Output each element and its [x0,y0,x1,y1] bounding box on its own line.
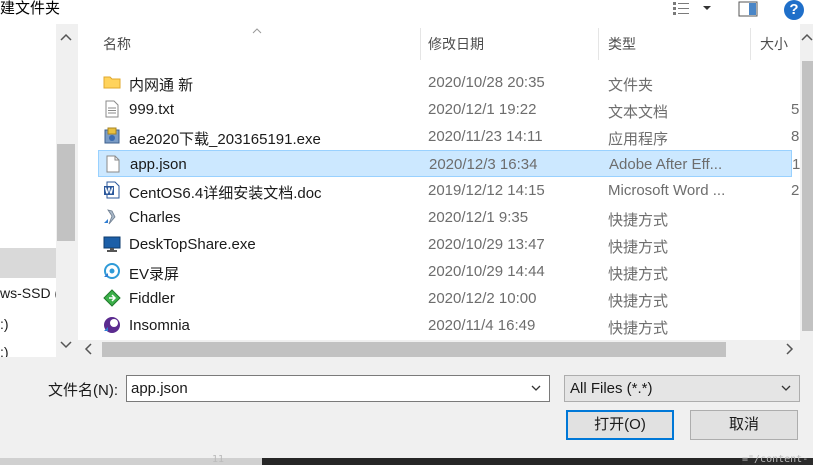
vertical-scroll-thumb[interactable] [802,61,813,331]
filename-label: 文件名(N): [48,382,118,399]
installer-icon [104,127,120,144]
horizontal-scroll-thumb[interactable] [102,342,726,357]
file-date: 2020/12/2 10:00 [428,290,537,307]
file-type: 应用程序 [608,131,669,148]
cancel-button[interactable]: 取消 [690,410,798,440]
file-date: 2020/10/29 14:44 [428,263,545,280]
navigation-pane: ws-SSD ( :) :) [0,24,76,357]
file-type: 文件夹 [608,77,654,94]
file-row[interactable]: ae2020下载_203165191.exe 2020/11/23 14:11 … [98,123,799,150]
file-row[interactable]: 内网通 新 2020/10/28 20:35 文件夹 [98,69,792,96]
column-header-type[interactable]: 类型 [608,34,636,54]
blank-file-icon [106,155,120,173]
file-row[interactable]: W CentOS6.4详细安装文档.doc 2019/12/12 14:15 M… [98,177,812,204]
file-type: 快捷方式 [608,320,669,337]
filetype-value[interactable]: All Files (*.*) [570,380,653,397]
file-row[interactable]: Insomnia 2020/11/4 16:49 快捷方式 [98,312,792,339]
file-name: 内网通 新 [129,77,194,94]
file-name: ae2020下载_203165191.exe [129,131,321,148]
filetype-select[interactable]: All Files (*.*) [564,375,800,402]
file-date: 2020/11/4 16:49 [428,317,536,334]
column-divider[interactable] [420,28,421,60]
file-date: 2020/12/1 19:22 [428,101,537,118]
file-date: 2020/10/29 13:47 [428,236,545,253]
file-row-selected[interactable]: app.json 2020/12/3 16:34 Adobe After Eff… [98,150,800,177]
column-header-date[interactable]: 修改日期 [428,34,484,54]
file-date: 2020/12/3 16:34 [429,156,538,173]
file-name: CentOS6.4详细安装文档.doc [129,185,322,202]
file-name: Insomnia [129,317,190,334]
file-name: EV录屏 [129,266,180,283]
background-editor-strip: 11 ="/content- [0,454,813,465]
background-line-number: 11 [212,454,225,465]
ev-recorder-icon [104,263,120,279]
file-type: 快捷方式 [608,293,669,310]
file-name: 999.txt [129,101,175,118]
chevron-up-icon[interactable] [801,32,813,42]
background-code-fragment: ="/content- [742,454,809,465]
file-date: 2020/11/23 14:11 [428,128,543,145]
fiddler-icon [103,289,121,307]
file-row[interactable]: Fiddler 2020/12/2 10:00 快捷方式 [98,285,792,312]
column-divider[interactable] [750,28,751,60]
chevron-down-icon[interactable] [60,340,72,350]
sort-ascending-icon [252,28,262,34]
file-name: Charles [129,209,181,226]
nav-item-drive[interactable]: ws-SSD ( [0,285,59,301]
word-doc-icon: W [104,181,120,199]
file-name: app.json [130,156,187,173]
file-type: 快捷方式 [608,239,669,256]
file-row[interactable]: Charles 2020/12/1 9:35 快捷方式 [98,204,792,231]
file-type: Adobe After Eff... [609,156,723,173]
chevron-up-icon[interactable] [60,32,72,42]
dialog-toolbar: 建文件夹 ? [0,0,813,24]
background-panel [262,458,742,465]
file-list: 名称 修改日期 类型 大小 内网通 新 2020/10/28 20:35 文件夹… [78,24,813,360]
file-type: 快捷方式 [608,212,669,229]
file-type: 快捷方式 [608,266,669,283]
file-date: 2020/10/28 20:35 [428,74,545,91]
chevron-left-icon[interactable] [83,343,93,355]
file-name: Fiddler [129,290,175,307]
help-icon[interactable]: ? [784,0,804,20]
preview-pane-icon[interactable] [738,1,758,17]
nav-item-drive[interactable]: :) [0,344,9,357]
file-row[interactable]: 999.txt 2020/12/1 19:22 文本文档 5. [98,96,804,123]
file-size: 8 [791,128,800,145]
nav-selected-item[interactable] [0,248,56,278]
monitor-icon [103,236,121,252]
nav-scroll-thumb[interactable] [57,144,75,241]
file-row[interactable]: EV录屏 2020/10/29 14:44 快捷方式 [98,258,792,285]
new-folder-button[interactable]: 建文件夹 [0,0,60,18]
chevron-down-icon[interactable] [531,385,541,392]
column-header-name[interactable]: 名称 [103,34,131,54]
chevron-down-icon[interactable] [781,385,791,392]
text-file-icon [105,100,119,118]
nav-item-drive[interactable]: :) [0,316,9,332]
chevron-down-icon[interactable] [702,4,712,12]
file-date: 2019/12/12 14:15 [428,182,545,199]
view-options-icon[interactable] [672,1,690,17]
file-row[interactable]: DeskTopShare.exe 2020/10/29 13:47 快捷方式 [98,231,792,258]
column-header-size[interactable]: 大小 [760,34,788,54]
file-date: 2020/12/1 9:35 [428,209,529,226]
open-button[interactable]: 打开(O) [566,410,674,440]
file-type: 文本文档 [608,104,669,121]
svg-text:W: W [105,187,114,196]
filename-value[interactable]: app.json [131,380,188,397]
filename-input[interactable]: app.json [126,375,550,402]
folder-icon [103,76,121,89]
file-type: Microsoft Word ... [608,182,726,199]
charles-icon [104,209,116,225]
column-divider[interactable] [598,28,599,60]
file-name: DeskTopShare.exe [129,236,256,253]
insomnia-icon [104,317,120,333]
chevron-right-icon[interactable] [785,343,795,355]
